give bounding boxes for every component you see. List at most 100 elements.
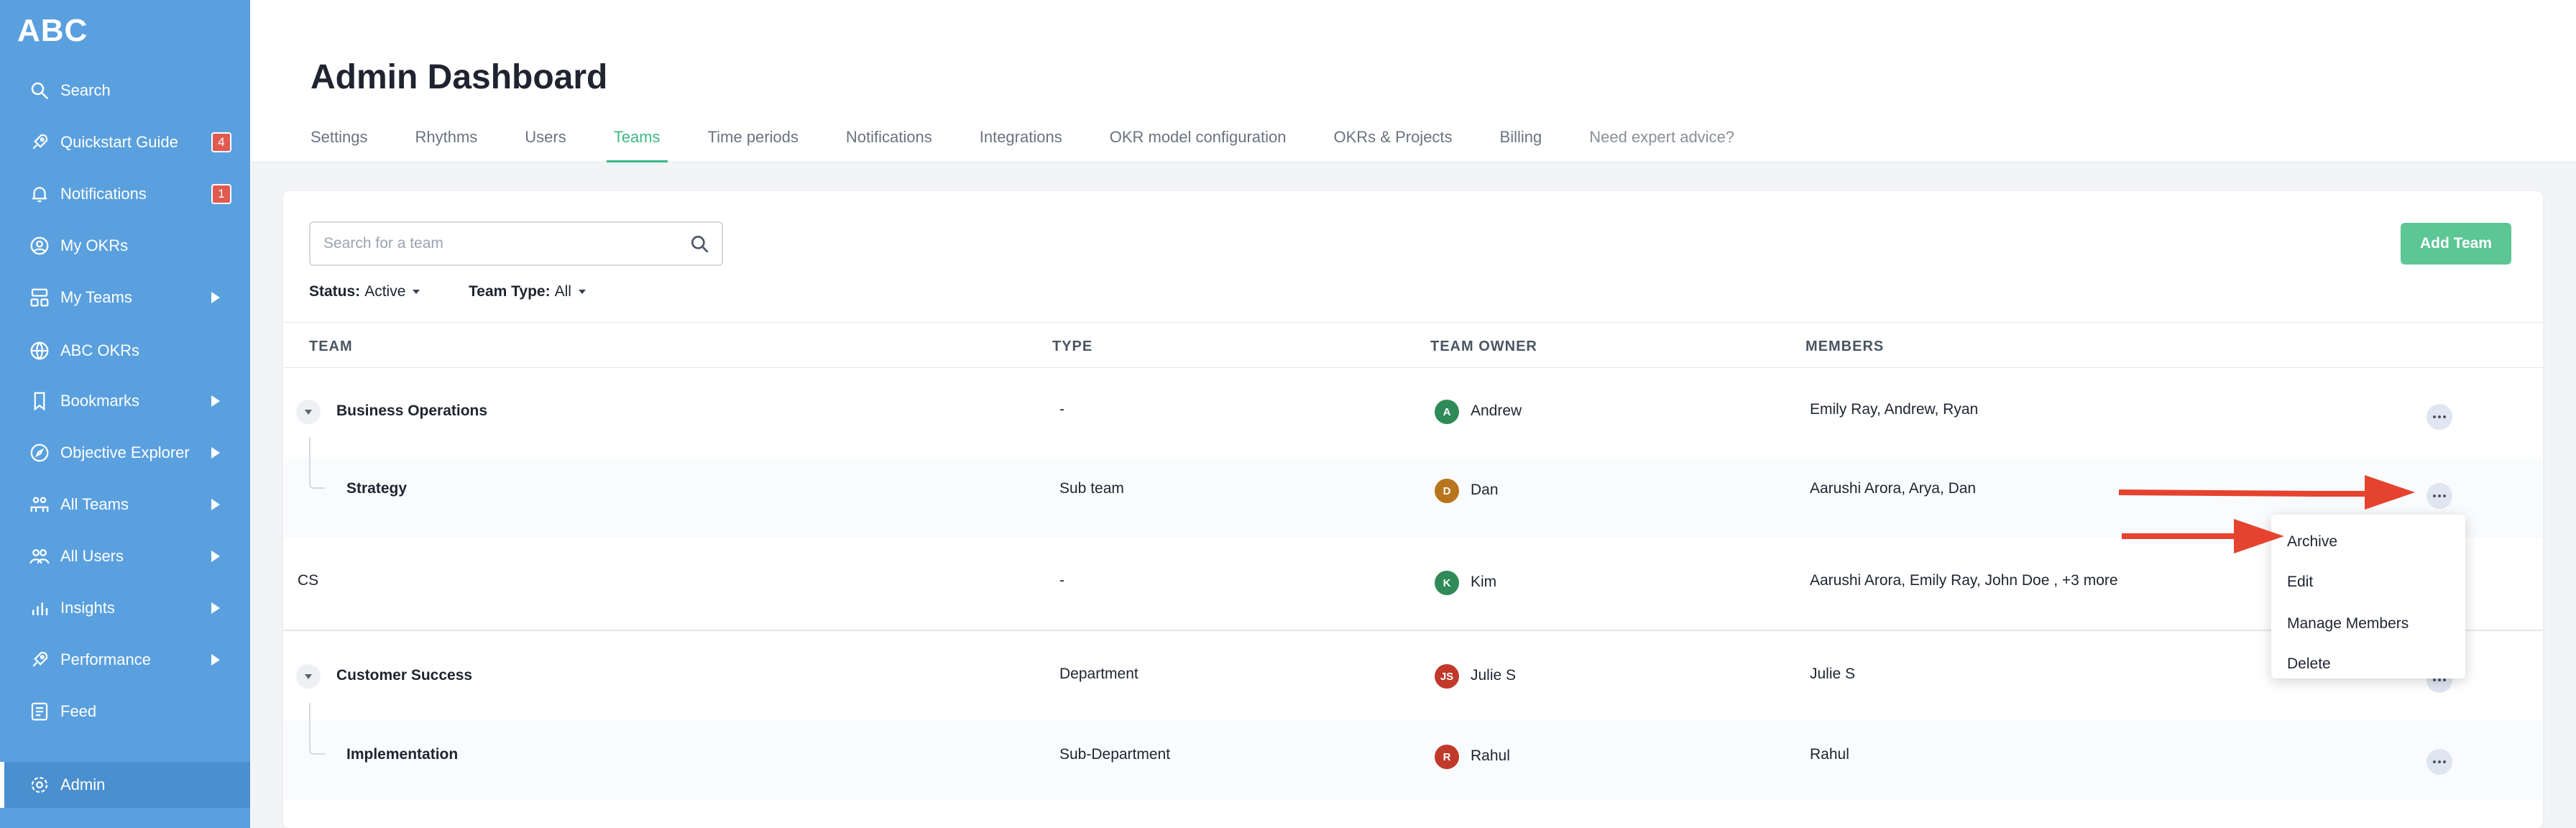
team-name[interactable]: Business Operations: [336, 402, 487, 420]
tab-settings[interactable]: Settings: [310, 126, 368, 162]
menu-item-delete[interactable]: Delete: [2287, 656, 2331, 673]
sidebar-item-admin[interactable]: Admin: [0, 762, 250, 808]
sidebar-item-label: Performance: [60, 650, 151, 668]
teams-icon: [27, 285, 52, 310]
sidebar-item-abc-okrs[interactable]: ABC OKRs: [0, 329, 250, 372]
bar-chart-icon: [27, 596, 52, 620]
add-team-button[interactable]: Add Team: [2401, 223, 2511, 264]
sidebar-item-all-teams[interactable]: All Teams: [0, 483, 250, 526]
chevron-down-icon: [305, 409, 312, 415]
avatar: K: [1435, 571, 1459, 595]
row-actions-button[interactable]: [2426, 404, 2452, 430]
tab-billing[interactable]: Billing: [1500, 126, 1542, 162]
menu-item-edit[interactable]: Edit: [2287, 574, 2313, 591]
sidebar-item-label: Bookmarks: [60, 392, 140, 410]
sidebar-item-my-okrs[interactable]: My OKRs: [0, 224, 250, 267]
sidebar-item-feed[interactable]: Feed: [0, 690, 250, 733]
bell-icon: [27, 182, 52, 206]
team-members: Rahul: [1810, 746, 1849, 763]
sidebar-item-label: My Teams: [60, 288, 132, 306]
team-name[interactable]: Implementation: [346, 746, 458, 763]
notification-count-badge: 1: [211, 184, 231, 204]
sidebar-item-notifications[interactable]: Notifications 1: [0, 172, 250, 216]
sidebar-item-performance[interactable]: Performance: [0, 638, 250, 681]
chevron-right-icon: [211, 447, 220, 459]
rocket-icon: [27, 648, 52, 672]
team-name[interactable]: Strategy: [346, 480, 407, 497]
team-type-filter-label: Team Type:: [469, 283, 551, 300]
rocket-icon: [27, 130, 52, 155]
search-input[interactable]: [323, 235, 668, 252]
search-field[interactable]: [309, 221, 723, 266]
sidebar-item-bookmarks[interactable]: Bookmarks: [0, 380, 250, 423]
row-actions-button[interactable]: [2426, 483, 2452, 509]
tab-users[interactable]: Users: [525, 126, 566, 162]
chevron-down-icon: [578, 290, 586, 294]
column-header-members: MEMBERS: [1806, 339, 1885, 354]
tab-okrs-projects[interactable]: OKRs & Projects: [1334, 126, 1453, 162]
sidebar-item-quickstart[interactable]: Quickstart Guide 4: [0, 121, 250, 164]
team-owner: Dan: [1471, 482, 1499, 498]
sidebar-item-my-teams[interactable]: My Teams: [0, 276, 250, 319]
tab-teams[interactable]: Teams: [606, 126, 668, 162]
row-actions-menu: Archive Edit Manage Members Delete: [2271, 515, 2465, 678]
team-members: Emily Ray, Andrew, Ryan: [1810, 401, 1979, 418]
tab-okr-model-configuration[interactable]: OKR model configuration: [1110, 126, 1287, 162]
tab-rhythms[interactable]: Rhythms: [415, 126, 478, 162]
globe-icon: [27, 339, 52, 363]
team-type: -: [1059, 401, 1064, 418]
tab-integrations[interactable]: Integrations: [980, 126, 1062, 162]
status-filter-value: Active: [364, 283, 406, 300]
sub-row-background: [283, 720, 2543, 801]
menu-item-archive[interactable]: Archive: [2287, 533, 2337, 551]
chevron-right-icon: [211, 602, 220, 614]
team-group: Business Operations - A Andrew Emily Ray…: [283, 368, 2543, 538]
page-header: Admin Dashboard Settings Rhythms Users T…: [250, 0, 2576, 162]
tab-expert-advice[interactable]: Need expert advice?: [1589, 126, 1734, 162]
team-name[interactable]: CS: [298, 572, 318, 589]
app-logo[interactable]: ABC: [17, 13, 88, 49]
sidebar-item-label: My OKRs: [60, 236, 129, 254]
collapse-toggle[interactable]: [296, 664, 321, 689]
page-title: Admin Dashboard: [310, 58, 608, 96]
tab-notifications[interactable]: Notifications: [846, 126, 932, 162]
sidebar-item-objective-explorer[interactable]: Objective Explorer: [0, 431, 250, 474]
chevron-down-icon: [305, 673, 312, 679]
search-icon[interactable]: [689, 233, 712, 256]
sidebar-item-insights[interactable]: Insights: [0, 586, 250, 630]
status-filter[interactable]: Status: Active: [309, 283, 420, 300]
chevron-right-icon: [211, 395, 220, 407]
chevron-right-icon: [211, 499, 220, 510]
sidebar-item-label: Insights: [60, 599, 115, 617]
team-members: Aarushi Arora, Arya, Dan: [1810, 480, 1977, 497]
feed-icon: [27, 699, 52, 724]
status-filter-label: Status:: [309, 283, 361, 300]
avatar: JS: [1435, 664, 1459, 689]
team-name[interactable]: Customer Success: [336, 667, 472, 684]
compass-icon: [27, 441, 52, 465]
chevron-down-icon: [413, 290, 420, 294]
row-actions-button[interactable]: [2426, 749, 2452, 775]
bookmark-icon: [27, 389, 52, 413]
sidebar-item-search[interactable]: Search: [0, 69, 250, 112]
menu-item-manage-members[interactable]: Manage Members: [2287, 615, 2409, 632]
team-owner: Rahul: [1471, 748, 1510, 764]
tab-time-periods[interactable]: Time periods: [708, 126, 799, 162]
sidebar-item-label: Feed: [60, 702, 97, 720]
team-members: Aarushi Arora, Emily Ray, John Doe , +3 …: [1810, 572, 2118, 589]
sidebar-item-label: All Users: [60, 547, 124, 565]
tree-connector: [309, 703, 325, 755]
team-row: CS - K Kim Aarushi Arora, Emily Ray, Joh…: [283, 546, 2543, 631]
collapse-toggle[interactable]: [296, 400, 321, 424]
sidebar-item-label: Objective Explorer: [60, 443, 190, 461]
team-type: Department: [1059, 666, 1138, 682]
avatar: A: [1435, 400, 1459, 424]
user-circle-icon: [27, 234, 52, 258]
chevron-right-icon: [211, 654, 220, 666]
tree-connector: [309, 437, 325, 489]
team-owner: Andrew: [1471, 402, 1522, 419]
sidebar-item-all-users[interactable]: All Users: [0, 535, 250, 578]
team-type-filter[interactable]: Team Type: All: [469, 283, 586, 300]
sidebar: ABC Search Quickstart Guide 4 Notificati…: [0, 0, 250, 828]
search-icon: [27, 78, 52, 103]
